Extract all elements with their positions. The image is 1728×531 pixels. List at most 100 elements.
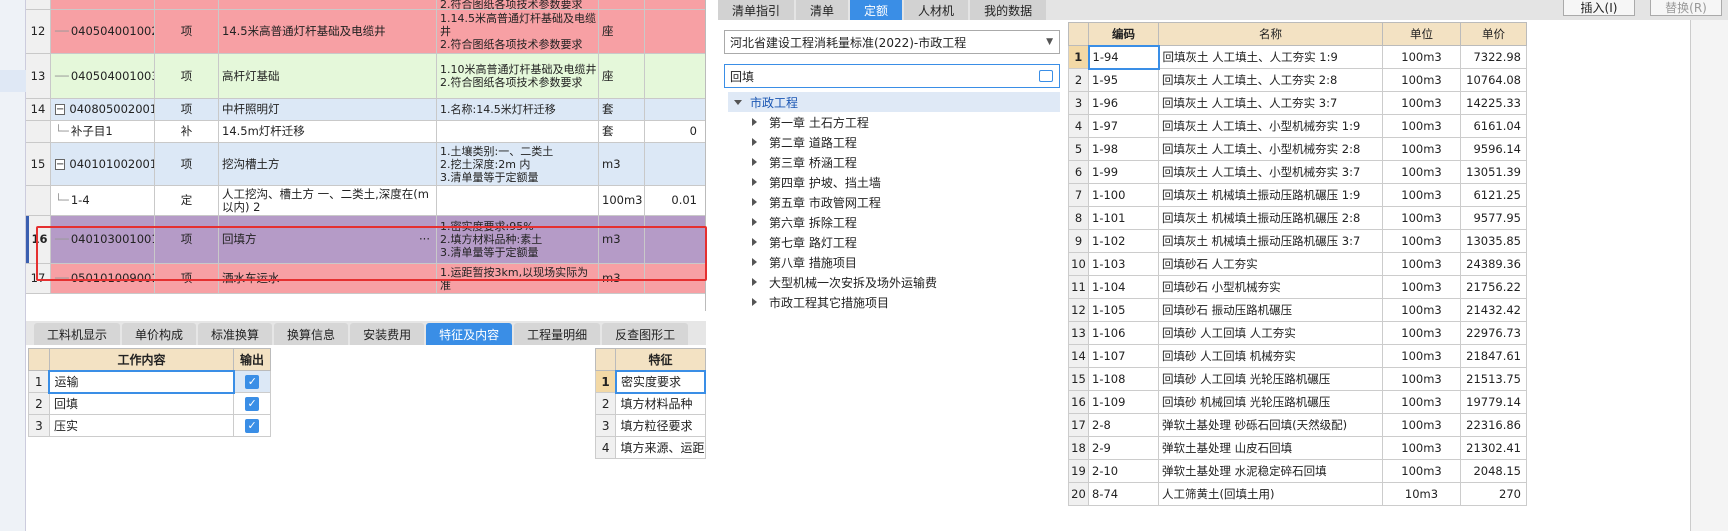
- quota-price[interactable]: 9577.95: [1460, 206, 1527, 230]
- quota-name[interactable]: 人工筛黄土(回填土用): [1158, 482, 1383, 506]
- quota-name[interactable]: 回填灰土 人工填土、小型机械夯实 2:8: [1158, 137, 1383, 161]
- tree-root[interactable]: 市政工程: [728, 92, 1060, 112]
- feature-cell[interactable]: 填方粒径要求: [615, 414, 706, 437]
- quota-price[interactable]: 9596.14: [1460, 137, 1527, 161]
- quota-code[interactable]: 1-96: [1088, 91, 1159, 115]
- cell-feature[interactable]: [437, 186, 599, 215]
- work-content-cell[interactable]: 压实: [48, 414, 235, 437]
- quota-price[interactable]: 21513.75: [1460, 367, 1527, 391]
- expand-arrow-icon[interactable]: [752, 238, 757, 246]
- expand-arrow-icon[interactable]: [752, 118, 757, 126]
- output-checkbox[interactable]: ✓: [233, 370, 271, 393]
- cell-name[interactable]: 14.5m灯杆迁移: [219, 121, 437, 142]
- cell-qty[interactable]: [645, 99, 705, 120]
- detail-tab[interactable]: 单价构成: [122, 323, 197, 345]
- quota-unit[interactable]: 100m3: [1382, 229, 1461, 253]
- detail-tab[interactable]: 工料机显示: [34, 323, 121, 345]
- cell-no[interactable]: [26, 186, 51, 215]
- quota-name[interactable]: 弹软土基处理 水泥稳定碎石回填: [1158, 459, 1383, 483]
- expand-arrow-icon[interactable]: [752, 138, 757, 146]
- cell-feature[interactable]: [437, 121, 599, 142]
- expand-arrow-icon[interactable]: [734, 99, 742, 105]
- quota-unit[interactable]: 100m3: [1382, 390, 1461, 414]
- tree-node[interactable]: 大型机械一次安拆及场外运输费: [728, 272, 1060, 292]
- quota-code[interactable]: 1-100: [1088, 183, 1159, 207]
- quota-code[interactable]: 2-9: [1088, 436, 1159, 460]
- cell-code[interactable]: └─ 补子目1: [51, 121, 155, 142]
- cell-name[interactable]: 人工挖沟、槽土方 一、二类土,深度在(m以内) 2: [219, 186, 437, 215]
- insert-button[interactable]: 插入(I): [1563, 0, 1635, 16]
- cell-unit[interactable]: [599, 0, 645, 9]
- quota-code[interactable]: 1-98: [1088, 137, 1159, 161]
- quota-row[interactable]: 1 1-94 回填灰土 人工填土、人工夯实 1:9 100m3 7322.98: [1068, 44, 1527, 70]
- quota-price[interactable]: 7322.98: [1460, 45, 1527, 69]
- quota-price[interactable]: 6121.25: [1460, 183, 1527, 207]
- feature-cell[interactable]: 密实度要求: [614, 369, 707, 394]
- quota-price[interactable]: 21432.42: [1460, 298, 1527, 322]
- quota-name[interactable]: 弹软土基处理 山皮石回填: [1158, 436, 1383, 460]
- quota-name[interactable]: 回填灰土 人工填土、人工夯实 1:9: [1158, 45, 1383, 69]
- resource-tab[interactable]: 人材机: [904, 0, 969, 20]
- feature-row[interactable]: 3 填方粒径要求: [594, 414, 706, 437]
- quota-name[interactable]: 回填砂 人工回填 机械夯实: [1158, 344, 1383, 368]
- cell-type[interactable]: 项: [155, 99, 219, 120]
- feature-cell[interactable]: 填方材料品种: [615, 392, 706, 415]
- quota-code[interactable]: 1-107: [1088, 344, 1159, 368]
- quota-code[interactable]: 1-109: [1088, 390, 1159, 414]
- cell-no[interactable]: [26, 121, 51, 142]
- quota-name[interactable]: 回填灰土 人工填土、人工夯实 2:8: [1158, 68, 1383, 92]
- quota-row[interactable]: 16 1-109 回填砂 机械回填 光轮压路机碾压 100m3 19779.14: [1068, 390, 1527, 414]
- work-content-cell[interactable]: 回填: [48, 392, 235, 415]
- cell-qty[interactable]: [645, 10, 705, 53]
- quota-code[interactable]: 1-108: [1088, 367, 1159, 391]
- quota-row[interactable]: 3 1-96 回填灰土 人工填土、人工夯实 3:7 100m3 14225.33: [1068, 91, 1527, 115]
- cell-type[interactable]: 项: [155, 143, 219, 185]
- quota-unit[interactable]: 100m3: [1382, 183, 1461, 207]
- quota-price[interactable]: 13035.85: [1460, 229, 1527, 253]
- cell-unit[interactable]: 套: [599, 99, 645, 120]
- quota-code[interactable]: 1-94: [1087, 44, 1160, 70]
- quota-unit[interactable]: 100m3: [1382, 413, 1461, 437]
- quota-code[interactable]: 2-10: [1088, 459, 1159, 483]
- feature-row[interactable]: 4 填方来源、运距: [594, 436, 706, 459]
- cell-no[interactable]: 12: [26, 10, 51, 53]
- tree-node[interactable]: 第六章 拆除工程: [728, 212, 1060, 232]
- cell-name[interactable]: 高杆灯基础: [219, 54, 437, 98]
- cell-name[interactable]: 挖沟槽土方: [219, 143, 437, 185]
- quota-row[interactable]: 8 1-101 回填灰土 机械填土振动压路机碾压 2:8 100m3 9577.95: [1068, 206, 1527, 230]
- cell-type[interactable]: [155, 0, 219, 9]
- feature-row[interactable]: 1 密实度要求: [594, 369, 707, 394]
- resource-tab[interactable]: 清单: [796, 0, 849, 20]
- cell-no[interactable]: 13: [26, 54, 51, 98]
- cell-type[interactable]: 项: [155, 54, 219, 98]
- bill-row[interactable]: 14−040805002001 项中杆照明灯 1.名称:14.5米灯杆迁移套: [26, 99, 705, 121]
- collapse-icon[interactable]: −: [55, 104, 66, 115]
- tree-node[interactable]: 第一章 土石方工程: [728, 112, 1060, 132]
- quota-name[interactable]: 弹软土基处理 砂砾石回填(天然级配): [1158, 413, 1383, 437]
- cell-feature[interactable]: 1.14.5米高普通灯杆基础及电缆井 2.符合图纸各项技术参数要求: [437, 10, 599, 53]
- cell-code[interactable]: [51, 0, 155, 9]
- quota-unit[interactable]: 100m3: [1382, 321, 1461, 345]
- quota-code[interactable]: 1-101: [1088, 206, 1159, 230]
- quota-price[interactable]: 22316.86: [1460, 413, 1527, 437]
- quota-row[interactable]: 7 1-100 回填灰土 机械填土振动压路机碾压 1:9 100m3 6121.25: [1068, 183, 1527, 207]
- quota-unit[interactable]: 100m3: [1382, 160, 1461, 184]
- quota-unit[interactable]: 100m3: [1382, 436, 1461, 460]
- replace-button[interactable]: 替换(R): [1650, 0, 1722, 16]
- quota-row[interactable]: 5 1-98 回填灰土 人工填土、小型机械夯实 2:8 100m3 9596.14: [1068, 137, 1527, 161]
- quota-price[interactable]: 21847.61: [1460, 344, 1527, 368]
- quota-unit[interactable]: 100m3: [1382, 459, 1461, 483]
- tree-node[interactable]: 市政工程其它措施项目: [728, 292, 1060, 312]
- quota-unit[interactable]: 100m3: [1382, 367, 1461, 391]
- expand-arrow-icon[interactable]: [752, 198, 757, 206]
- quota-row[interactable]: 18 2-9 弹软土基处理 山皮石回填 100m3 21302.41: [1068, 436, 1527, 460]
- cell-feature[interactable]: 1.名称:14.5米灯杆迁移: [437, 99, 599, 120]
- cell-qty[interactable]: [645, 54, 705, 98]
- quota-row[interactable]: 9 1-102 回填灰土 机械填土振动压路机碾压 3:7 100m3 13035.85: [1068, 229, 1527, 253]
- work-content-row[interactable]: 2 回填 ✓: [28, 392, 271, 415]
- quota-code[interactable]: 2-8: [1088, 413, 1159, 437]
- tree-node[interactable]: 第八章 措施项目: [728, 252, 1060, 272]
- right-scroll-area[interactable]: [1690, 20, 1728, 531]
- expand-arrow-icon[interactable]: [752, 298, 757, 306]
- quota-name[interactable]: 回填灰土 人工填土、小型机械夯实 1:9: [1158, 114, 1383, 138]
